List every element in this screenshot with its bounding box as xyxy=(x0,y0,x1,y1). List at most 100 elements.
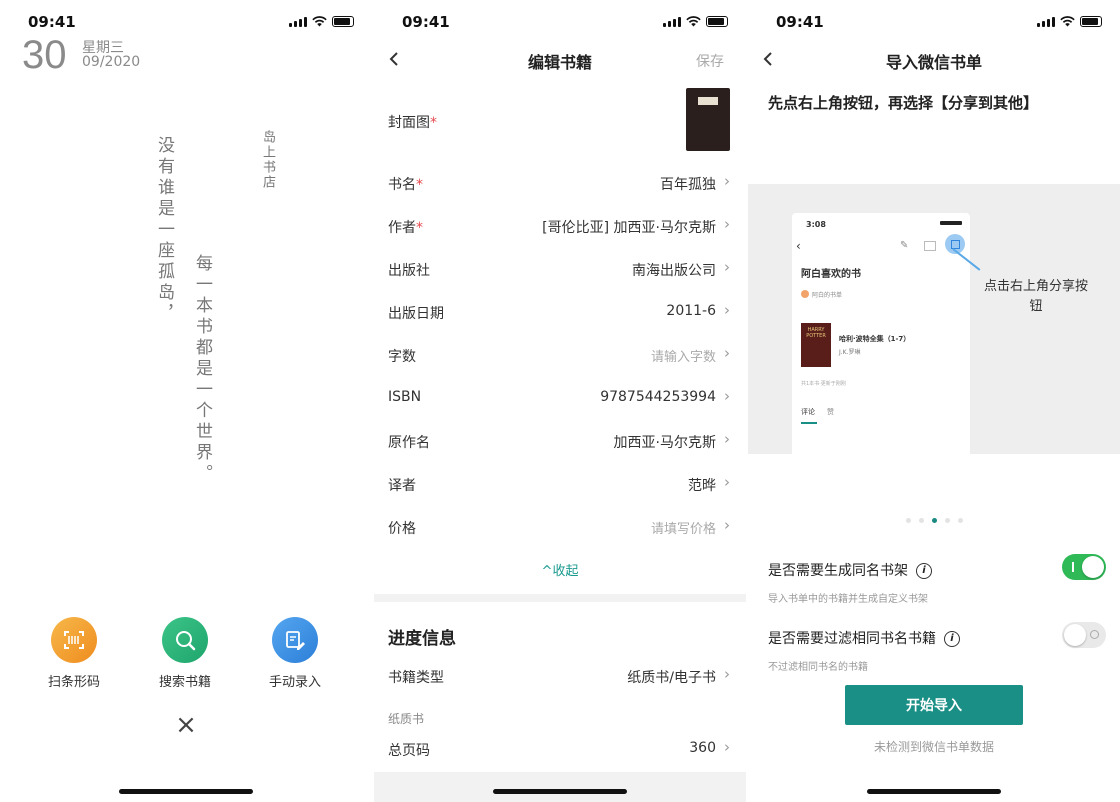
field-label: 书名 xyxy=(388,177,416,193)
field-total-pages[interactable]: 总页码 360 › xyxy=(388,734,730,764)
field-label: 书籍类型 xyxy=(388,670,444,686)
no-data-message: 未检测到微信书单数据 xyxy=(873,740,994,754)
option-description: 导入书单中的书籍并生成自定义书架 xyxy=(768,594,928,605)
chevron-right-icon: › xyxy=(724,387,730,405)
required-mark: * xyxy=(430,115,437,131)
mini-tab-comments: 评论 xyxy=(801,408,815,416)
field-label: ISBN xyxy=(388,389,422,405)
home-indicator xyxy=(493,789,627,794)
field-placeholder: 请填写价格 xyxy=(650,522,716,537)
mini-status-time: 3:08 xyxy=(806,220,826,229)
search-book-button[interactable]: 搜索书籍 xyxy=(150,617,220,690)
field-label: 字数 xyxy=(388,349,416,365)
filter-duplicates-toggle[interactable] xyxy=(1062,622,1106,648)
status-time: 09:41 xyxy=(776,13,824,31)
field-title[interactable]: 书名* 百年孤独 › xyxy=(388,168,730,198)
mini-book-cover: HARRY POTTER xyxy=(801,323,831,367)
start-import-button[interactable]: 开始导入 xyxy=(845,685,1023,725)
search-book-label: 搜索书籍 xyxy=(158,675,211,690)
option-description: 不过滤相同书名的书籍 xyxy=(768,662,868,673)
field-price[interactable]: 价格 请填写价格 › xyxy=(388,512,730,542)
battery-icon xyxy=(1080,16,1102,27)
field-word-count[interactable]: 字数 请输入字数 › xyxy=(388,340,730,370)
field-cover[interactable]: 封面图* xyxy=(388,106,730,136)
app-name: 岛上书店 xyxy=(260,130,275,190)
status-time: 09:41 xyxy=(28,13,76,31)
mini-owner: 阿白的书单 xyxy=(812,292,843,299)
battery-icon xyxy=(332,16,354,27)
carousel-dot[interactable] xyxy=(905,518,911,523)
import-wechat-list-screen: 09:41 导入微信书单 先点右上角按钮，再选择【分享到其他】 3:08 ‹ ✎… xyxy=(748,0,1120,802)
manual-entry-label: 手动录入 xyxy=(268,675,321,690)
mini-book-title: 哈利·波特全集（1-7） xyxy=(839,335,911,343)
save-button[interactable]: 保存 xyxy=(696,51,724,71)
carousel-dot[interactable] xyxy=(918,518,924,523)
mini-list-title: 阿白喜欢的书 xyxy=(801,269,861,280)
field-value: 360 xyxy=(689,740,716,756)
status-bar: 09:41 xyxy=(374,12,746,34)
info-icon[interactable]: i xyxy=(944,630,960,647)
field-translator[interactable]: 译者 范晔 › xyxy=(388,469,730,499)
field-label: 总页码 xyxy=(388,743,430,759)
field-value: 加西亚·马尔克斯 xyxy=(613,435,716,451)
collapse-button[interactable]: ^收起 xyxy=(374,560,746,579)
status-bar: 09:41 xyxy=(0,12,372,34)
home-screen: 09:41 30 星期三 09/2020 没有谁是一座孤岛， 每一本书都是一个世… xyxy=(0,0,372,802)
signal-icon xyxy=(289,16,307,27)
mini-summary: 共1本书·更新于刚刚 xyxy=(801,381,846,387)
battery-icon xyxy=(706,16,728,27)
home-indicator xyxy=(119,789,253,794)
scan-barcode-button[interactable]: 扫条形码 xyxy=(39,617,109,690)
field-value: 9787544253994 xyxy=(600,389,716,405)
paper-book-label: 纸质书 xyxy=(388,712,425,726)
search-icon xyxy=(162,617,208,663)
option-create-shelf: 是否需要生成同名书架 i 导入书单中的书籍并生成自定义书架 xyxy=(768,554,1106,605)
field-value: [哥伦比亚] 加西亚·马尔克斯 xyxy=(542,220,716,236)
field-value: 范晔 xyxy=(688,478,716,494)
chevron-right-icon: › xyxy=(724,665,730,683)
carousel-dot[interactable] xyxy=(957,518,963,523)
scan-barcode-label: 扫条形码 xyxy=(47,675,100,690)
field-value: 南海出版公司 xyxy=(632,263,716,279)
callout-text: 点击右上角分享按钮 xyxy=(983,279,1088,314)
field-label: 作者 xyxy=(388,220,416,236)
date-monthyear: 09/2020 xyxy=(82,54,141,70)
field-book-type[interactable]: 书籍类型 纸质书/电子书 › xyxy=(388,661,730,691)
create-shelf-toggle[interactable] xyxy=(1062,554,1106,580)
field-author[interactable]: 作者* [哥伦比亚] 加西亚·马尔克斯 › xyxy=(388,211,730,241)
option-title: 是否需要过滤相同书名书籍 xyxy=(768,631,936,647)
nav-bar: 编辑书籍 保存 xyxy=(374,42,746,76)
poem-line-1: 没有谁是一座孤岛， xyxy=(154,136,174,325)
close-icon[interactable]: × xyxy=(174,710,198,740)
field-label: 译者 xyxy=(388,478,416,494)
chevron-right-icon: › xyxy=(724,738,730,756)
carousel-dot-active[interactable] xyxy=(931,518,937,523)
option-filter-duplicates: 是否需要过滤相同书名书籍 i 不过滤相同书名的书籍 xyxy=(768,622,1106,673)
chevron-right-icon: › xyxy=(724,172,730,190)
page-title: 编辑书籍 xyxy=(527,53,592,72)
manual-entry-button[interactable]: 手动录入 xyxy=(260,617,330,690)
field-placeholder: 请输入字数 xyxy=(650,350,716,365)
field-publish-date[interactable]: 出版日期 2011-6 › xyxy=(388,297,730,327)
field-original-name[interactable]: 原作名 加西亚·马尔克斯 › xyxy=(388,426,730,456)
poem-line-2: 每一本书都是一个世界。 xyxy=(192,254,212,485)
mini-tab-likes: 赞 xyxy=(827,408,834,416)
wifi-icon xyxy=(686,16,701,27)
signal-icon xyxy=(663,16,681,27)
carousel-dot[interactable] xyxy=(944,518,950,523)
field-publisher[interactable]: 出版社 南海出版公司 › xyxy=(388,254,730,284)
edit-book-screen: 09:41 编辑书籍 保存 封面图* 书名* 百年孤独 › 作者* [哥伦比亚]… xyxy=(374,0,746,802)
carousel-indicator xyxy=(748,518,1120,523)
chevron-right-icon: › xyxy=(724,344,730,362)
field-label: 原作名 xyxy=(388,435,430,451)
status-time: 09:41 xyxy=(402,13,450,31)
info-icon[interactable]: i xyxy=(916,562,932,579)
status-bar: 09:41 xyxy=(748,12,1120,34)
field-label: 出版日期 xyxy=(388,306,444,322)
field-isbn[interactable]: ISBN 9787544253994 › xyxy=(388,383,730,413)
mini-book-author: J.K.罗琳 xyxy=(839,349,861,356)
signal-icon xyxy=(1037,16,1055,27)
book-cover-image[interactable] xyxy=(686,88,730,151)
wifi-icon xyxy=(1060,16,1075,27)
barcode-scan-icon xyxy=(51,617,97,663)
